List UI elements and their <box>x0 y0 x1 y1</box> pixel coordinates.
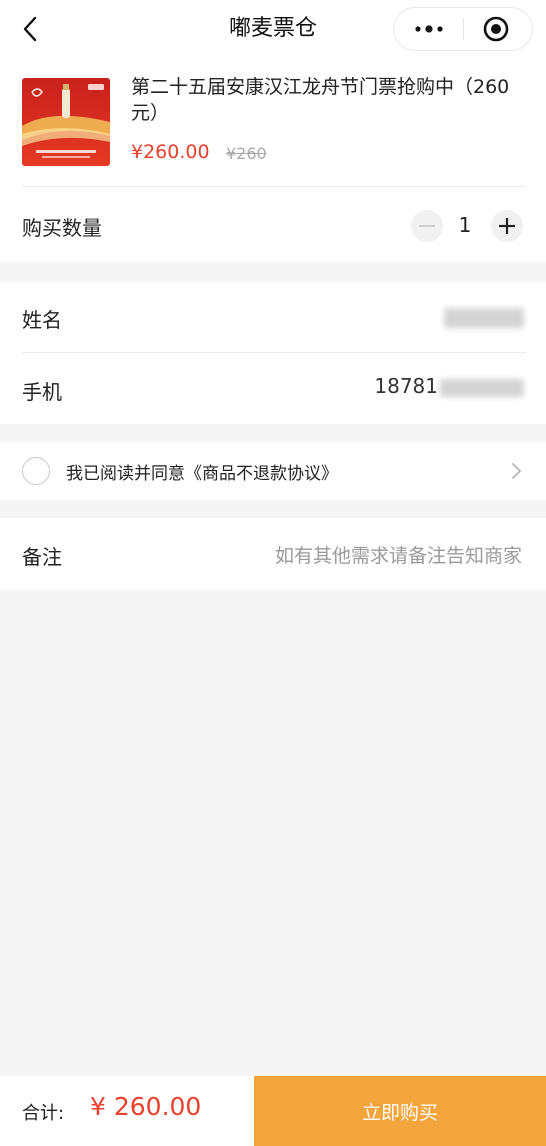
phone-visible-digits: 18781 <box>374 374 438 398</box>
original-price: ¥260 <box>226 144 267 163</box>
phone-label: 手机 <box>22 380 62 404</box>
divider <box>22 186 526 187</box>
navigation-bar: 嘟麦票仓 <box>0 0 546 58</box>
target-circle-icon[interactable] <box>482 15 510 43</box>
plus-icon <box>499 218 515 234</box>
checkout-bar: 合计: ¥ 260.00 立即购买 <box>0 1076 546 1146</box>
product-title: 第二十五届安康汉江龙舟节门票抢购中（260元） <box>131 76 510 124</box>
chevron-right-icon <box>512 463 521 479</box>
divider <box>22 352 526 353</box>
capsule-divider <box>463 18 464 40</box>
quantity-decrease-button[interactable] <box>411 210 443 242</box>
name-label: 姓名 <box>22 308 62 332</box>
remark-input[interactable] <box>220 540 524 572</box>
phone-field[interactable]: 18781 <box>374 374 524 398</box>
agreement-text[interactable]: 我已阅读并同意《商品不退款协议》 <box>66 459 338 484</box>
redacted-phone <box>440 378 524 397</box>
total-price: ¥ 260.00 <box>90 1092 202 1121</box>
more-dots-icon[interactable] <box>412 16 446 42</box>
remark-row: 备注 <box>0 518 546 590</box>
quantity-increase-button[interactable] <box>491 210 523 242</box>
name-field[interactable] <box>444 304 524 328</box>
minus-icon <box>419 225 435 227</box>
total-label: 合计: <box>22 1103 65 1124</box>
mini-program-capsule <box>393 7 533 51</box>
product-price: ¥260.00 <box>131 141 210 163</box>
buy-now-button[interactable]: 立即购买 <box>254 1076 546 1146</box>
agreement-row[interactable]: 我已阅读并同意《商品不退款协议》 <box>0 442 546 500</box>
agreement-checkbox[interactable] <box>22 457 50 485</box>
product-poster-image[interactable] <box>22 78 110 166</box>
quantity-label: 购买数量 <box>22 216 102 240</box>
remark-label: 备注 <box>22 545 62 569</box>
product-card: 第二十五届安康汉江龙舟节门票抢购中（260元） ¥260.00 ¥260 购买数… <box>0 58 546 262</box>
buyer-info-card: 姓名 手机 18781 <box>0 282 546 424</box>
redacted-name <box>444 307 524 328</box>
quantity-value[interactable]: 1 <box>450 213 480 237</box>
